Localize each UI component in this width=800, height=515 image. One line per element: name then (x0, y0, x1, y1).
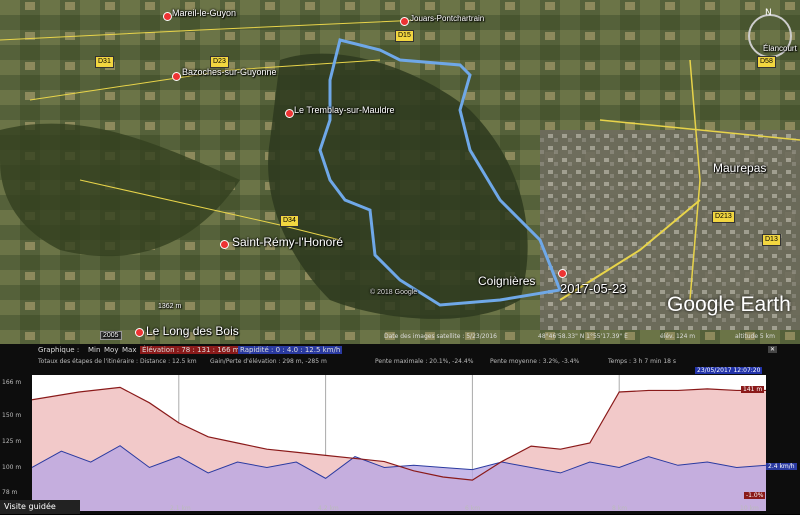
y-tick-label: 100 m (2, 464, 22, 471)
road-d31: D31 (95, 56, 114, 68)
guide-label: Visite guidée (4, 502, 56, 511)
place-pin (163, 12, 172, 21)
google-earth-logo: Google Earth (667, 293, 791, 316)
copyright: © 2018 Google (370, 289, 418, 296)
elevation-marker: 1362 m (158, 303, 182, 310)
guided-tour-button[interactable]: Visite guidée (0, 500, 80, 514)
avg-slope: Pente moyenne : 3.2%, -3.4% (490, 358, 580, 365)
max-slope: Pente maximale : 20.1%, -24.4% (375, 358, 474, 365)
place-saint-remy: Saint-Rémy-l'Honoré (232, 235, 343, 249)
total-distance: Totaux des étapes de l'itinéraire : Dist… (38, 358, 197, 365)
y-tick-label: 78 m (2, 489, 18, 496)
x-tick-label: 10 km (740, 505, 759, 512)
elevation-profile-panel: Graphique : Min Moy Max Élévation : 78 :… (0, 344, 800, 514)
elevation-readout: élév. 124 m (660, 333, 696, 340)
place-pin (285, 109, 294, 118)
x-tick-label: 6 km (465, 505, 481, 512)
road-d23: D23 (210, 56, 229, 68)
max-option[interactable]: Max (122, 346, 136, 354)
place-coignieres: Coignières (478, 274, 536, 288)
x-tick-label: 4.2 km (318, 505, 339, 512)
place-maurepas: Maurepas (713, 161, 767, 175)
status-bar: Date des images satellite : 5/23/2016 48… (0, 331, 800, 343)
chart-svg (31, 375, 767, 511)
place-pin (220, 240, 229, 249)
y-tick-label: 125 m (2, 438, 22, 445)
imagery-date: Date des images satellite : 5/23/2016 (384, 333, 497, 340)
speed-stats[interactable]: Rapidité : 0 : 4.0 : 12.5 km/h (238, 346, 343, 354)
road-d213: D213 (712, 211, 735, 223)
coordinates: 48°46'58.33" N 1°55'17.39" E (538, 333, 628, 340)
place-mareil: Mareil-le-Guyon (172, 8, 237, 18)
current-speed-tag: 2.4 km/h (766, 463, 797, 470)
min-option[interactable]: Min (88, 346, 100, 354)
duration: Temps : 3 h 7 min 18 s (608, 358, 677, 365)
close-icon[interactable]: ✕ (768, 346, 778, 353)
elevation-stats[interactable]: Élévation : 78 : 131 : 166 m (140, 346, 242, 354)
profile-chart[interactable] (31, 375, 767, 511)
place-tremblay: Le Tremblay-sur-Mauldre (294, 105, 395, 115)
elevation-gain: Gain/Perte d'élévation : 298 m, -285 m (210, 358, 327, 365)
x-tick-label: 2.1 km (170, 505, 191, 512)
current-elevation-tag: 141 m (741, 386, 765, 393)
current-slope-tag: -1.0% (744, 492, 766, 499)
road-d34: D34 (280, 215, 299, 227)
place-jouars: Jouars-Pontchartrain (410, 14, 485, 23)
place-pin (172, 72, 181, 81)
cursor-datetime: 23/05/2017 12:07:20 (695, 367, 763, 374)
graph-label: Graphique : (38, 346, 80, 354)
x-tick-label: 8 km (612, 505, 628, 512)
eye-altitude: altitude 5 km (735, 333, 775, 340)
place-pin (558, 269, 567, 278)
y-tick-label: 166 m (2, 379, 22, 386)
place-elancourt: Élancourt (763, 44, 797, 53)
road-d15: D15 (395, 30, 414, 42)
place-bazoches: Bazoches-sur-Guyonne (182, 67, 277, 77)
place-pin (400, 17, 409, 26)
track-date-label: 2017-05-23 (560, 281, 627, 296)
y-tick-label: 150 m (2, 412, 22, 419)
moy-option[interactable]: Moy (104, 346, 118, 354)
road-d13: D13 (762, 234, 781, 246)
map-view[interactable]: N Mareil-le-Guyon Jouars-Pontchartrain B… (0, 0, 800, 344)
road-d58: D58 (757, 56, 776, 68)
